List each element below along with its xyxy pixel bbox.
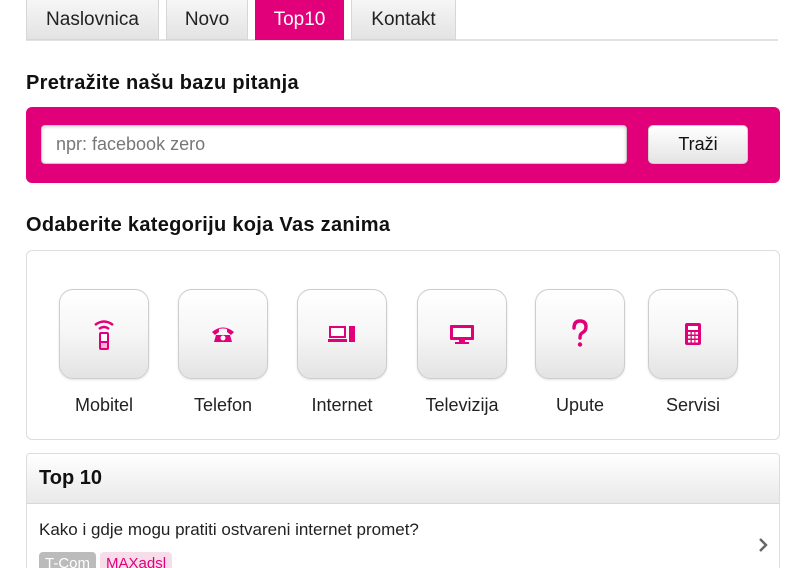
category-tile[interactable] [648,289,738,379]
tab-kontakt[interactable]: Kontakt [351,0,456,40]
question-link[interactable]: Kako i gdje mogu pratiti ostvareni inter… [39,520,419,540]
top10-title: Top 10 [27,454,779,504]
category-mobitel[interactable]: Mobitel [49,289,159,416]
question-mark-icon [572,319,588,347]
category-telefon[interactable]: Telefon [168,289,278,416]
category-label: Mobitel [74,395,134,415]
tag-maxadsl[interactable]: MAXadsl [100,552,173,568]
category-label: Telefon [193,395,253,415]
category-label: Internet [311,395,373,415]
tab-top10[interactable]: Top10 [255,0,344,40]
search-heading: Pretražite našu bazu pitanja [26,72,299,94]
category-internet[interactable]: Internet [287,289,397,416]
category-tile[interactable] [417,289,507,379]
page: Naslovnica Novo Top10 Kontakt Pretražite… [0,0,800,568]
category-upute[interactable]: Upute [525,289,635,416]
category-panel: Mobitel Telefon Internet Televizija Uput… [26,250,780,440]
tv-icon [450,325,474,344]
top10-panel: Top 10 Kako i gdje mogu pratiti ostvaren… [26,453,780,568]
search-button[interactable]: Traži [648,125,748,164]
tab-novo[interactable]: Novo [166,0,248,40]
category-tile[interactable] [178,289,268,379]
main-nav-tabs: Naslovnica Novo Top10 Kontakt [26,0,778,41]
chevron-right-icon[interactable] [753,530,773,560]
search-input[interactable] [41,125,627,164]
tag-tcom[interactable]: T-Com [39,552,96,568]
category-heading: Odaberite kategoriju koja Vas zanima [26,214,391,236]
category-tile[interactable] [59,289,149,379]
tab-naslovnica[interactable]: Naslovnica [26,0,159,40]
category-label: Televizija [425,395,499,415]
category-tile[interactable] [297,289,387,379]
mobile-phone-icon [94,320,114,350]
category-tile[interactable] [535,289,625,379]
telephone-icon [212,327,234,342]
category-label: Servisi [665,395,720,415]
category-servisi[interactable]: Servisi [638,289,748,416]
computer-icon [328,326,355,342]
top10-list-item[interactable]: Kako i gdje mogu pratiti ostvareni inter… [27,504,779,568]
search-bar: Traži [26,107,780,183]
tag-list: T-Com MAXadsl [39,552,173,568]
category-label: Upute [555,395,605,415]
calculator-icon [685,323,701,345]
category-televizija[interactable]: Televizija [407,289,517,416]
